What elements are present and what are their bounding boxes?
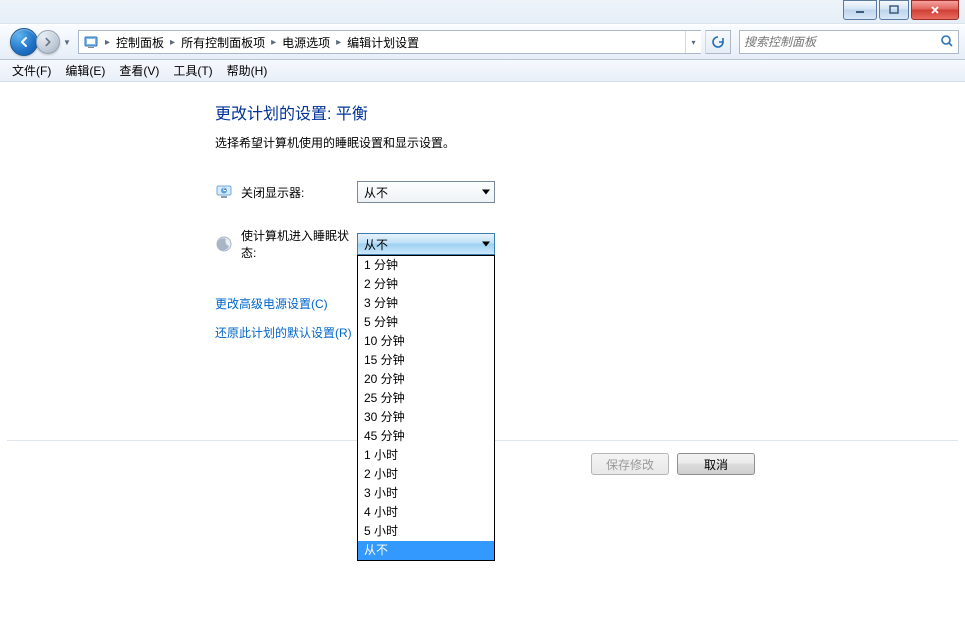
breadcrumb-item[interactable]: 编辑计划设置 [345,34,421,51]
sleep-dropdown-list[interactable]: 1 分钟2 分钟3 分钟5 分钟10 分钟15 分钟20 分钟25 分钟30 分… [357,255,495,561]
combo-value: 从不 [364,236,388,253]
maximize-button[interactable] [879,0,909,20]
dropdown-option[interactable]: 2 小时 [358,465,494,484]
dropdown-option[interactable]: 3 分钟 [358,294,494,313]
menu-tools[interactable]: 工具(T) [167,60,218,81]
dropdown-option[interactable]: 2 分钟 [358,275,494,294]
dropdown-option[interactable]: 25 分钟 [358,389,494,408]
chevron-down-icon [482,190,490,195]
page-title: 更改计划的设置: 平衡 [215,100,755,124]
breadcrumb-item[interactable]: 电源选项 [280,34,332,51]
minimize-button[interactable] [843,0,877,20]
dropdown-option[interactable]: 20 分钟 [358,370,494,389]
chevron-right-icon: ▸ [101,37,114,48]
menu-help[interactable]: 帮助(H) [221,60,274,81]
dropdown-option[interactable]: 从不 [358,541,494,560]
chevron-right-icon: ▸ [267,37,280,48]
display-off-combo[interactable]: 从不 [357,181,495,203]
breadcrumb[interactable]: ▸ 控制面板 ▸ 所有控制面板项 ▸ 电源选项 ▸ 编辑计划设置 ▾ [78,30,701,54]
page-description: 选择希望计算机使用的睡眠设置和显示设置。 [215,134,755,151]
nav-history-dropdown[interactable]: ▼ [60,31,74,53]
dropdown-option[interactable]: 10 分钟 [358,332,494,351]
setting-label: 使计算机进入睡眠状态: [241,227,357,261]
save-button: 保存修改 [591,453,669,475]
dropdown-option[interactable]: 1 分钟 [358,256,494,275]
control-panel-icon [83,34,99,50]
dropdown-option[interactable]: 5 小时 [358,522,494,541]
advanced-settings-link[interactable]: 更改高级电源设置(C) [215,297,328,311]
dropdown-option[interactable]: 4 小时 [358,503,494,522]
dropdown-option[interactable]: 5 分钟 [358,313,494,332]
breadcrumb-item[interactable]: 控制面板 [114,34,166,51]
back-button[interactable] [10,28,38,56]
dropdown-option[interactable]: 3 小时 [358,484,494,503]
chevron-right-icon: ▸ [332,37,345,48]
restore-defaults-link[interactable]: 还原此计划的默认设置(R) [215,326,352,340]
dropdown-option[interactable]: 15 分钟 [358,351,494,370]
menu-edit[interactable]: 编辑(E) [59,60,111,81]
refresh-button[interactable] [705,30,731,54]
monitor-icon [215,183,233,201]
close-button[interactable] [911,0,959,20]
setting-display-off: 关闭显示器: 从不 [215,181,755,203]
combo-value: 从不 [364,184,388,201]
search-box[interactable] [739,30,959,54]
chevron-down-icon [482,242,490,247]
cancel-button[interactable]: 取消 [677,453,755,475]
chevron-right-icon: ▸ [166,37,179,48]
menu-file[interactable]: 文件(F) [6,60,57,81]
breadcrumb-dropdown[interactable]: ▾ [685,31,701,53]
title-bar [0,0,965,24]
search-input[interactable] [744,35,940,49]
forward-button[interactable] [36,30,60,54]
nav-toolbar: ▼ ▸ 控制面板 ▸ 所有控制面板项 ▸ 电源选项 ▸ 编辑计划设置 ▾ [0,24,965,60]
breadcrumb-item[interactable]: 所有控制面板项 [179,34,267,51]
menu-bar: 文件(F) 编辑(E) 查看(V) 工具(T) 帮助(H) [0,60,965,82]
moon-icon [215,235,233,253]
dropdown-option[interactable]: 1 小时 [358,446,494,465]
content-area: 更改计划的设置: 平衡 选择希望计算机使用的睡眠设置和显示设置。 关闭显示器: … [0,82,965,624]
search-icon[interactable] [940,34,954,51]
dropdown-option[interactable]: 30 分钟 [358,408,494,427]
menu-view[interactable]: 查看(V) [113,60,165,81]
dropdown-option[interactable]: 45 分钟 [358,427,494,446]
setting-label: 关闭显示器: [241,184,357,201]
sleep-combo[interactable]: 从不 [357,233,495,255]
